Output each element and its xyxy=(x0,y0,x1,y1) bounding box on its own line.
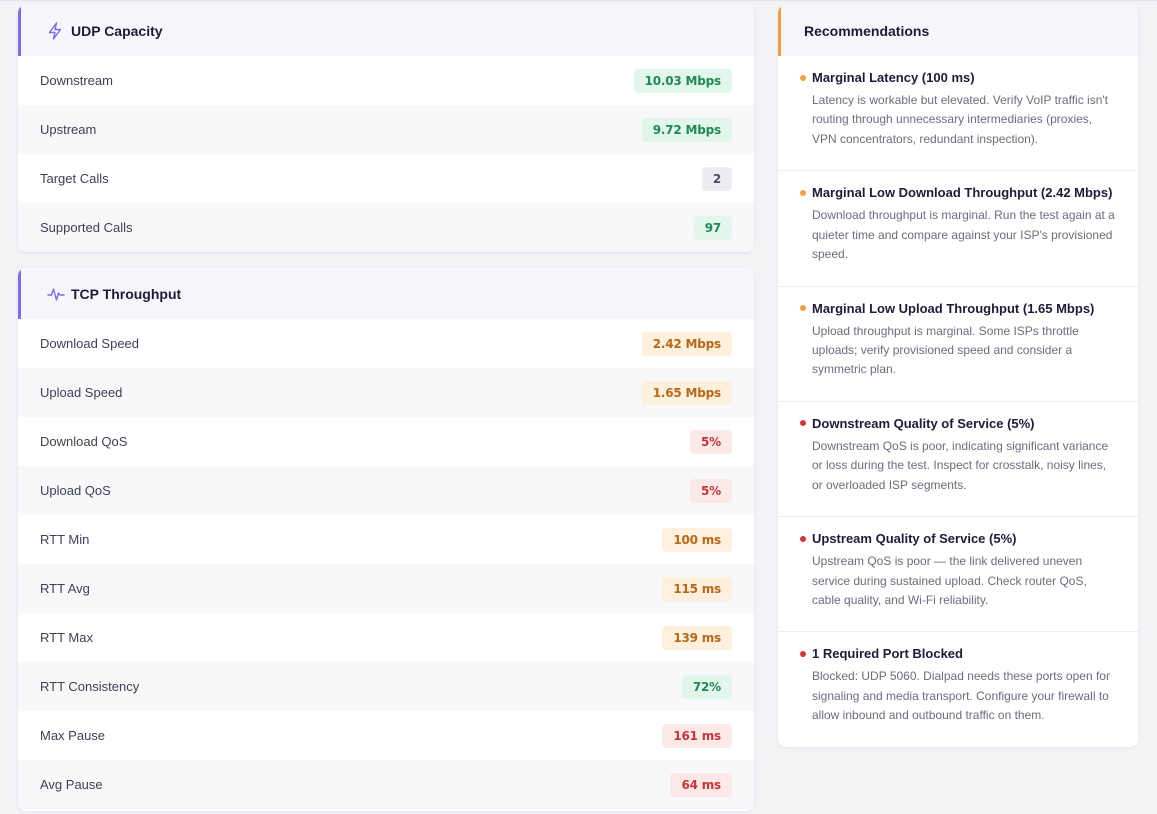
metric-value-badge: 5% xyxy=(690,478,732,503)
metric-row: Download Speed 2.42 Mbps xyxy=(18,319,754,368)
recommendation-title-row: Marginal Low Download Throughput (2.42 M… xyxy=(800,185,1116,200)
metric-value-badge: 115 ms xyxy=(662,576,732,601)
tcp-metrics-list: Download Speed 2.42 Mbps Upload Speed 1.65 … xyxy=(18,319,754,809)
network-test-results: UDP Capacity Downstream 10.03 Mbps Upstrea… xyxy=(0,0,1157,814)
recommendations-list: Marginal Latency (100 ms) Latency is work… xyxy=(778,56,1138,747)
severity-dot-icon xyxy=(800,189,806,196)
metric-label: RTT Max xyxy=(40,630,93,645)
udp-capacity-card: UDP Capacity Downstream 10.03 Mbps Upstrea… xyxy=(18,5,754,252)
recommendation-body: Downstream QoS is poor, indicating signi… xyxy=(812,438,1109,492)
recommendation-title: Upstream Quality of Service (5%) xyxy=(812,531,1017,547)
severity-dot-icon xyxy=(800,305,806,312)
metric-label: Upload QoS xyxy=(40,483,111,498)
metric-value-badge: 2.42 Mbps xyxy=(641,331,732,356)
recommendation-title-row: Marginal Low Upload Throughput (1.65 Mbp… xyxy=(800,301,1116,316)
recommendations-header: Recommendations xyxy=(778,5,1138,56)
severity-dot-icon xyxy=(800,650,806,657)
severity-dot-icon xyxy=(800,535,806,542)
tcp-throughput-card: TCP Throughput Download Speed 2.42 Mbps Up… xyxy=(18,268,754,811)
metric-value-badge: 1.65 Mbps xyxy=(641,380,732,405)
metric-value-badge: 5% xyxy=(690,429,732,454)
metric-value-badge: 161 ms xyxy=(662,723,732,748)
metric-row: RTT Max 139 ms xyxy=(18,613,754,662)
udp-capacity-title: UDP Capacity xyxy=(71,22,163,39)
metric-row: Supported Calls 97 xyxy=(18,203,754,252)
metric-label: RTT Min xyxy=(40,532,90,547)
severity-dot-icon xyxy=(800,420,806,427)
recommendation-body: Download throughput is marginal. Run the… xyxy=(812,208,1115,262)
metric-label: RTT Avg xyxy=(40,581,90,596)
metric-value-badge: 10.03 Mbps xyxy=(633,68,732,93)
recommendation-title-row: 1 Required Port Blocked xyxy=(800,646,1116,661)
metric-row: Max Pause 161 ms xyxy=(18,711,754,760)
recommendation-title: Downstream Quality of Service (5%) xyxy=(812,415,1035,431)
pulse-icon xyxy=(47,285,65,303)
recommendation-body: Latency is workable but elevated. Verify… xyxy=(812,93,1109,146)
metric-row: RTT Consistency 72% xyxy=(18,662,754,711)
metric-label: Download QoS xyxy=(40,434,128,449)
recommendations-title: Recommendations xyxy=(804,22,930,39)
metric-label: Upstream xyxy=(40,122,97,137)
recommendation-title: 1 Required Port Blocked xyxy=(812,646,963,662)
recommendation-body: Blocked: UDP 5060. Dialpad needs these p… xyxy=(812,669,1110,723)
metric-label: Target Calls xyxy=(40,171,109,186)
recommendation-item: Marginal Latency (100 ms) Latency is work… xyxy=(778,56,1138,172)
udp-metrics-list: Downstream 10.03 Mbps Upstream 9.72 Mbps Tar… xyxy=(18,56,754,252)
tcp-throughput-header: TCP Throughput xyxy=(18,268,754,319)
recommendation-title: Marginal Latency (100 ms) xyxy=(812,70,975,85)
metric-value-badge: 2 xyxy=(701,166,732,191)
recommendation-item: Downstream Quality of Service (5%) Downst… xyxy=(778,402,1138,518)
recommendations-card: Recommendations Marginal Latency (100 ms… xyxy=(778,5,1138,747)
metric-value-badge: 139 ms xyxy=(662,625,732,650)
tcp-throughput-title: TCP Throughput xyxy=(71,285,182,302)
severity-dot-icon xyxy=(800,74,806,81)
metric-label: Supported Calls xyxy=(40,220,133,235)
metric-row: Avg Pause 64 ms xyxy=(18,760,754,809)
metric-row: Upload Speed 1.65 Mbps xyxy=(18,368,754,417)
metric-label: Downstream xyxy=(40,73,113,88)
recommendation-body: Upstream QoS is poor — the link delivere… xyxy=(812,554,1087,607)
metric-row: Download QoS 5% xyxy=(18,417,754,466)
metric-label: Upload Speed xyxy=(40,385,123,400)
metric-row: RTT Avg 115 ms xyxy=(18,564,754,613)
metric-label: Download Speed xyxy=(40,336,140,351)
lightning-icon xyxy=(47,21,65,40)
metric-value-badge: 64 ms xyxy=(670,772,732,797)
recommendation-title-row: Downstream Quality of Service (5%) xyxy=(800,416,1116,431)
recommendation-title-row: Upstream Quality of Service (5%) xyxy=(800,531,1116,546)
metric-label: Max Pause xyxy=(40,728,106,743)
recommendation-item: Marginal Low Download Throughput (2.42 M… xyxy=(778,171,1138,287)
metric-label: Avg Pause xyxy=(40,777,103,792)
udp-capacity-header: UDP Capacity xyxy=(18,5,754,56)
metric-value-badge: 72% xyxy=(681,674,732,699)
recommendation-body: Upload throughput is marginal. Some ISPs… xyxy=(812,323,1079,377)
recommendation-item: Marginal Low Upload Throughput (1.65 Mbp… xyxy=(778,287,1138,402)
recommendation-title: Marginal Low Upload Throughput (1.65 Mbp… xyxy=(812,300,1095,316)
metric-value-badge: 9.72 Mbps xyxy=(641,117,732,142)
metric-label: RTT Consistency xyxy=(40,679,140,694)
metric-value-badge: 97 xyxy=(693,215,732,240)
recommendation-title: Marginal Low Download Throughput (2.42 M… xyxy=(812,185,1113,201)
metric-value-badge: 100 ms xyxy=(662,527,732,552)
metric-row: Downstream 10.03 Mbps xyxy=(18,56,754,105)
metric-row: Upload QoS 5% xyxy=(18,466,754,515)
metric-row: Target Calls 2 xyxy=(18,154,754,203)
recommendation-item: Upstream Quality of Service (5%) Upstream… xyxy=(778,517,1138,633)
recommendation-item: 1 Required Port Blocked Blocked: UDP 5060… xyxy=(778,632,1138,747)
recommendation-title-row: Marginal Latency (100 ms) xyxy=(800,70,1116,85)
metric-row: Upstream 9.72 Mbps xyxy=(18,105,754,154)
metric-row: RTT Min 100 ms xyxy=(18,515,754,564)
